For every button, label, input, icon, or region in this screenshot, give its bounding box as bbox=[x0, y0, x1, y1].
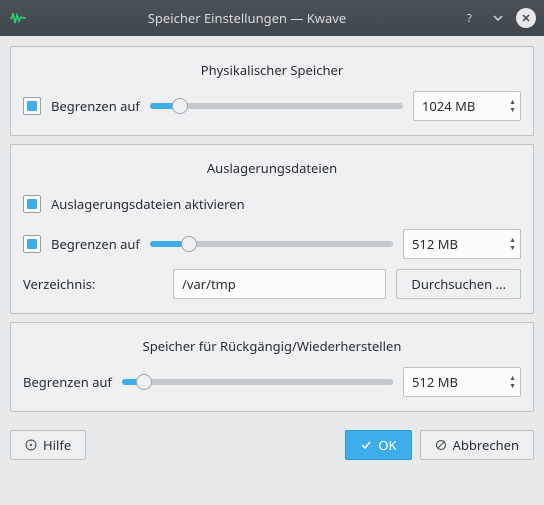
cancel-icon bbox=[435, 439, 447, 451]
button-ok[interactable]: OK bbox=[345, 430, 411, 460]
button-help[interactable]: Hilfe bbox=[10, 430, 86, 460]
label-swap-directory: Verzeichnis: bbox=[23, 275, 163, 293]
close-icon[interactable] bbox=[516, 8, 536, 28]
app-icon bbox=[8, 8, 28, 28]
spin-arrows-icon[interactable]: ▲▼ bbox=[509, 237, 516, 252]
window-controls: ? bbox=[460, 8, 536, 28]
input-swap-directory[interactable] bbox=[173, 269, 386, 299]
label-swap-limit: Begrenzen auf bbox=[51, 235, 140, 253]
checkbox-physical-limit[interactable] bbox=[23, 97, 41, 115]
minimize-icon[interactable] bbox=[488, 8, 508, 28]
button-label: Hilfe bbox=[43, 436, 71, 454]
button-browse[interactable]: Durchsuchen ... bbox=[396, 269, 521, 299]
titlebar: Speicher Einstellungen — Kwave ? bbox=[0, 0, 544, 36]
spin-swap-limit[interactable]: 512 MB ▲▼ bbox=[403, 229, 521, 259]
label-undo-limit: Begrenzen auf bbox=[23, 373, 112, 391]
group-swap-files: Auslagerungsdateien Auslagerungsdateien … bbox=[10, 144, 534, 314]
spin-undo-limit[interactable]: 512 MB ▲▼ bbox=[403, 367, 521, 397]
button-label: Durchsuchen ... bbox=[411, 275, 506, 293]
legend-undo: Speicher für Rückgängig/Wiederherstellen bbox=[23, 337, 521, 355]
checkbox-swap-limit[interactable] bbox=[23, 235, 41, 253]
slider-thumb[interactable] bbox=[181, 236, 197, 252]
button-cancel[interactable]: Abbrechen bbox=[420, 430, 534, 460]
spin-arrows-icon[interactable]: ▲▼ bbox=[509, 99, 516, 114]
spin-arrows-icon[interactable]: ▲▼ bbox=[509, 375, 516, 390]
legend-physical: Physikalischer Speicher bbox=[23, 61, 521, 79]
button-label: OK bbox=[378, 436, 396, 454]
help-icon bbox=[25, 439, 37, 451]
legend-swap: Auslagerungsdateien bbox=[23, 159, 521, 177]
window-title: Speicher Einstellungen — Kwave bbox=[34, 9, 460, 27]
slider-swap-limit[interactable] bbox=[150, 234, 393, 254]
spin-value: 512 MB bbox=[412, 235, 509, 253]
check-icon bbox=[360, 439, 372, 451]
help-titlebar-icon[interactable]: ? bbox=[460, 8, 480, 28]
spin-value: 512 MB bbox=[412, 373, 509, 391]
checkbox-swap-enable[interactable] bbox=[23, 195, 41, 213]
group-undo-memory: Speicher für Rückgängig/Wiederherstellen… bbox=[10, 322, 534, 412]
slider-undo-limit[interactable] bbox=[122, 372, 393, 392]
dialog-footer: Hilfe OK Abbrechen bbox=[0, 422, 544, 470]
label-swap-enable: Auslagerungsdateien aktivieren bbox=[51, 195, 245, 213]
slider-physical-limit[interactable] bbox=[150, 96, 403, 116]
spin-physical-limit[interactable]: 1024 MB ▲▼ bbox=[413, 91, 521, 121]
slider-thumb[interactable] bbox=[136, 374, 152, 390]
group-physical-memory: Physikalischer Speicher Begrenzen auf 10… bbox=[10, 46, 534, 136]
slider-thumb[interactable] bbox=[172, 98, 188, 114]
spin-value: 1024 MB bbox=[422, 97, 509, 115]
svg-text:?: ? bbox=[467, 12, 472, 24]
label-physical-limit: Begrenzen auf bbox=[51, 97, 140, 115]
button-label: Abbrechen bbox=[453, 436, 519, 454]
